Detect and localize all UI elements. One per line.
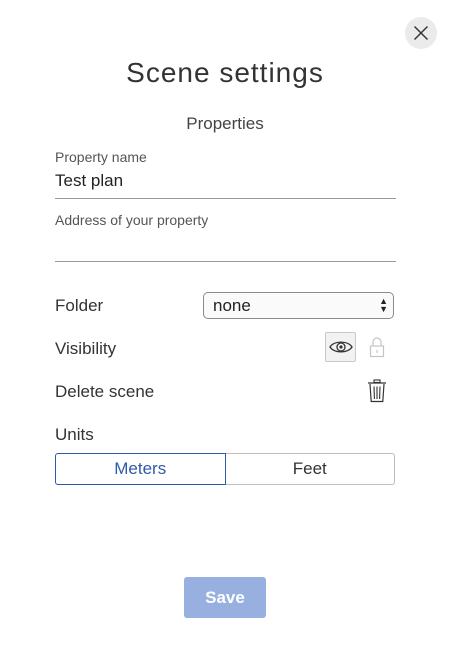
section-subtitle: Properties [186, 114, 264, 133]
address-label: Address of your property [55, 212, 209, 228]
select-arrows-icon: ▲ ▼ [379, 296, 388, 314]
folder-selected-value: none [213, 295, 251, 315]
close-button[interactable] [405, 17, 437, 49]
property-name-field: Property name [55, 149, 396, 199]
folder-select[interactable]: none ▲ ▼ [203, 292, 394, 319]
trash-icon [368, 379, 386, 403]
scene-settings-dialog: Scene settings Properties Property name … [0, 0, 450, 663]
unit-feet-option[interactable]: Feet [225, 453, 395, 485]
eye-icon [328, 341, 353, 353]
units-label: Units [55, 425, 94, 444]
visibility-label: Visibility [55, 339, 117, 358]
folder-label: Folder [55, 296, 104, 315]
delete-scene-button[interactable] [366, 378, 388, 404]
delete-scene-label: Delete scene [55, 382, 155, 401]
address-field: Address of your property [55, 212, 396, 262]
visibility-lock-button[interactable] [367, 335, 387, 359]
unit-meters-option[interactable]: Meters [55, 453, 226, 485]
units-toggle: Meters Feet [55, 453, 395, 485]
lock-icon [369, 337, 385, 358]
save-button[interactable]: Save [184, 577, 266, 618]
address-input[interactable] [55, 232, 396, 256]
property-name-label: Property name [55, 149, 147, 165]
dialog-title: Scene settings [126, 57, 324, 88]
property-name-input[interactable] [55, 169, 396, 193]
visibility-eye-button[interactable] [325, 332, 356, 362]
close-icon [414, 26, 428, 40]
